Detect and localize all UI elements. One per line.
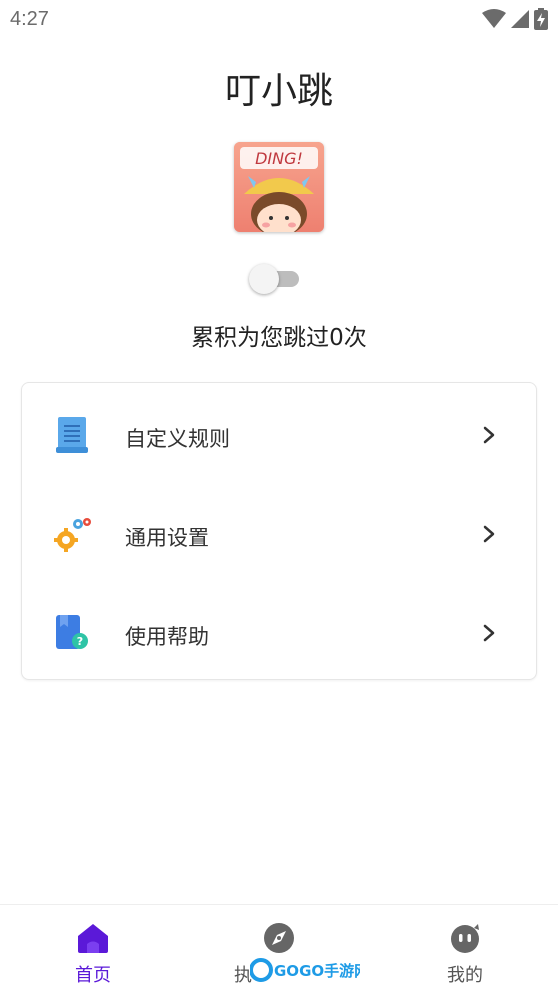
face-icon — [451, 924, 479, 953]
menu-item-custom-rules[interactable]: 自定义规则 — [22, 388, 538, 478]
status-time: 4:27 — [10, 8, 49, 30]
skip-count-text: 累积为您跳过0次 — [191, 325, 367, 351]
service-toggle[interactable] — [249, 263, 299, 295]
chevron-right-icon — [483, 525, 495, 543]
watermark-text: GOGO手游网 — [274, 962, 360, 980]
status-bar: 4:27 — [0, 0, 558, 38]
menu-item-label: 使用帮助 — [125, 625, 209, 649]
gears-icon — [54, 518, 91, 552]
rules-document-icon — [56, 417, 88, 453]
watermark-logo: GOGO手游网 — [249, 956, 369, 984]
menu-item-general-settings[interactable]: 通用设置 — [22, 487, 538, 577]
home-icon — [78, 924, 108, 953]
svg-text:?: ? — [77, 635, 83, 648]
wifi-icon — [482, 9, 506, 28]
nav-tab-mine[interactable]: 我的 — [405, 905, 525, 993]
menu-item-label: 通用设置 — [125, 526, 209, 550]
battery-charging-icon — [534, 8, 548, 30]
nav-tab-home[interactable]: 首页 — [33, 905, 153, 993]
chevron-right-icon — [483, 624, 495, 642]
chevron-right-icon — [483, 426, 495, 444]
menu-item-label: 自定义规则 — [125, 427, 230, 451]
logo-text: DING! — [255, 149, 303, 168]
help-book-icon: ? — [56, 615, 88, 649]
toggle-knob — [249, 264, 279, 294]
app-title: 叮小跳 — [224, 71, 333, 112]
compass-icon — [264, 923, 294, 953]
menu-card: 自定义规则 通用设置 ? 使用帮助 — [21, 382, 537, 680]
status-icons — [482, 8, 548, 30]
nav-label: 我的 — [447, 965, 483, 986]
app-logo: DING! — [234, 142, 324, 232]
nav-label: 首页 — [75, 965, 111, 986]
menu-item-help[interactable]: ? 使用帮助 — [22, 586, 538, 676]
signal-icon — [511, 10, 529, 28]
